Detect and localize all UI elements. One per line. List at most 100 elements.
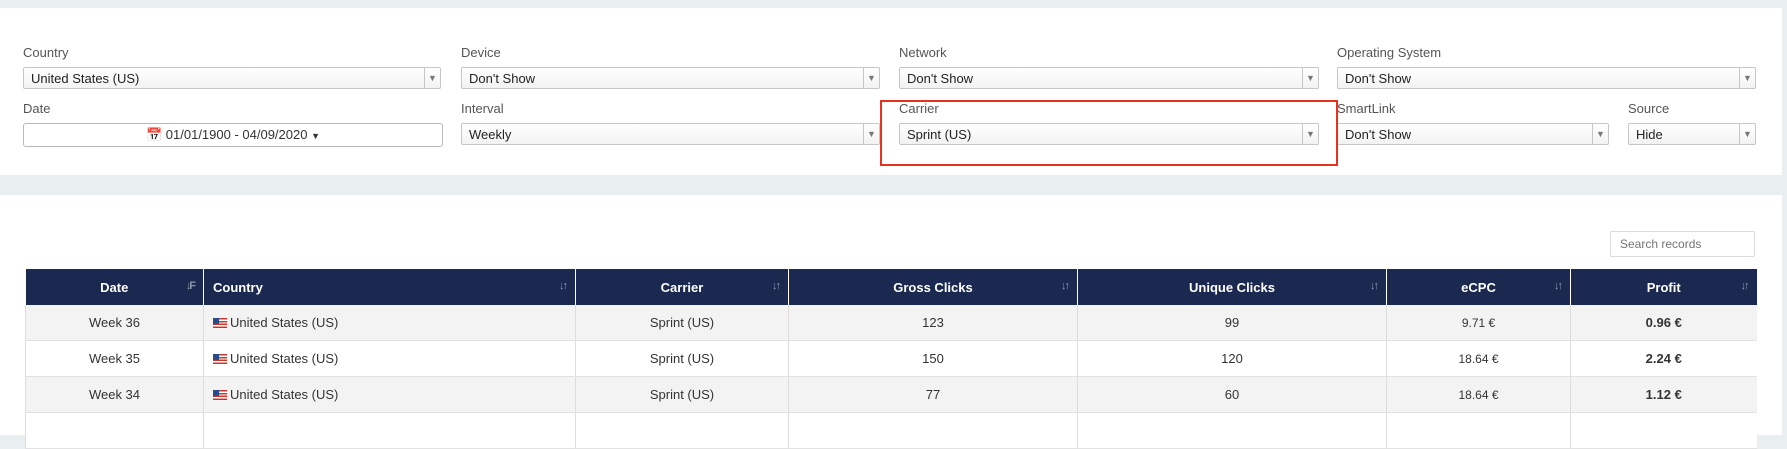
column-header-label: Country: [213, 279, 263, 295]
ecpc-cell: 18.64 €: [1386, 340, 1571, 377]
sort-icon: ↓↑: [1554, 280, 1563, 292]
chevron-down-icon: ▼: [863, 68, 879, 88]
table-row: Week 34 United States (US) Sprint (US) 7…: [25, 376, 1757, 413]
empty-cell: [575, 412, 789, 449]
column-header-country[interactable]: Country ↓↑: [203, 269, 576, 305]
date-cell: Week 35: [25, 340, 204, 377]
network-select-value: Don't Show: [907, 71, 974, 86]
carrier-cell: Sprint (US): [575, 376, 789, 413]
smartlink-select-value: Don't Show: [1345, 127, 1412, 142]
column-header-ecpc[interactable]: eCPC ↓↑: [1386, 269, 1571, 305]
country-cell: United States (US): [203, 305, 576, 341]
ecpc-cell: 18.64 €: [1386, 376, 1571, 413]
sort-icon: ↓↑: [1061, 280, 1070, 292]
country-select[interactable]: United States (US) ▼: [23, 67, 441, 89]
source-select-value: Hide: [1636, 127, 1663, 142]
chevron-down-icon: ▼: [1739, 68, 1755, 88]
empty-cell: [1386, 412, 1571, 449]
interval-select-value: Weekly: [469, 127, 512, 142]
carrier-cell: Sprint (US): [575, 305, 789, 341]
column-header-label: Date: [100, 279, 129, 295]
device-select-value: Don't Show: [469, 71, 536, 86]
os-select[interactable]: Don't Show ▼: [1337, 67, 1756, 89]
table-row: Week 36 United States (US) Sprint (US) 1…: [25, 305, 1757, 341]
network-label: Network: [899, 45, 947, 60]
chevron-down-icon: ▼: [1302, 124, 1318, 144]
filters-panel: [0, 8, 1782, 175]
os-select-value: Don't Show: [1345, 71, 1412, 86]
gross-clicks-cell: 150: [788, 340, 1078, 377]
date-cell: Week 34: [25, 376, 204, 413]
country-cell: United States (US): [203, 376, 576, 413]
column-header-unique-clicks[interactable]: Unique Clicks ↓↑: [1077, 269, 1387, 305]
profit-cell: 1.12 €: [1570, 376, 1757, 413]
source-label: Source: [1628, 101, 1670, 116]
source-select[interactable]: Hide ▼: [1628, 123, 1756, 145]
carrier-select[interactable]: Sprint (US) ▼: [899, 123, 1319, 145]
column-header-label: Gross Clicks: [893, 279, 973, 295]
column-header-gross-clicks[interactable]: Gross Clicks ↓↑: [788, 269, 1078, 305]
column-header-profit[interactable]: Profit ↓↑: [1570, 269, 1757, 305]
country-cell-text: United States (US): [230, 315, 339, 330]
profit-cell: 2.24 €: [1570, 340, 1757, 377]
sort-icon: ↓↑: [559, 280, 568, 292]
gross-clicks-cell: 77: [788, 376, 1078, 413]
carrier-label: Carrier: [899, 101, 939, 116]
country-label: Country: [23, 45, 69, 60]
us-flag-icon: [213, 318, 227, 328]
interval-select[interactable]: Weekly ▼: [461, 123, 880, 145]
gross-clicks-cell: 123: [788, 305, 1078, 341]
empty-cell: [1077, 412, 1387, 449]
profit-cell: 0.96 €: [1570, 305, 1757, 341]
date-range-picker[interactable]: 📅 01/01/1900 - 04/09/2020 ▼: [23, 123, 443, 147]
chevron-down-icon: ▼: [424, 68, 440, 88]
date-cell: Week 36: [25, 305, 204, 341]
unique-clicks-cell: 120: [1077, 340, 1387, 377]
sort-icon: ↓↑: [772, 280, 781, 292]
date-range-value: 01/01/1900 - 04/09/2020: [165, 127, 308, 142]
table-header-row: Date ↓F Country ↓↑ Carrier ↓↑ Gross Clicks ↓…: [25, 269, 1757, 305]
ecpc-cell: 9.71 €: [1386, 305, 1571, 341]
table-row: Week 35 United States (US) Sprint (US) 1…: [25, 340, 1757, 377]
sort-icon: ↓↑: [1370, 280, 1379, 292]
chevron-down-icon: ▼: [1302, 68, 1318, 88]
carrier-cell: Sprint (US): [575, 340, 789, 377]
search-input[interactable]: [1610, 231, 1755, 257]
date-label: Date: [23, 101, 51, 116]
column-header-label: Carrier: [660, 279, 704, 295]
us-flag-icon: [213, 390, 227, 400]
interval-label: Interval: [461, 101, 504, 116]
column-header-date[interactable]: Date ↓F: [25, 269, 204, 305]
chevron-down-icon: ▼: [1592, 124, 1608, 144]
smartlink-select[interactable]: Don't Show ▼: [1337, 123, 1609, 145]
caret-down-icon: ▼: [311, 131, 321, 141]
unique-clicks-cell: 99: [1077, 305, 1387, 341]
os-label: Operating System: [1337, 45, 1442, 60]
sort-icon: ↓F: [185, 280, 196, 292]
stats-table: Date ↓F Country ↓↑ Carrier ↓↑ Gross Clicks ↓…: [25, 269, 1757, 449]
empty-cell: [788, 412, 1078, 449]
sort-icon: ↓↑: [1740, 280, 1750, 292]
carrier-select-value: Sprint (US): [907, 127, 972, 142]
calendar-icon: 📅: [145, 127, 163, 142]
country-cell: United States (US): [203, 340, 576, 377]
us-flag-icon: [213, 354, 227, 364]
country-select-value: United States (US): [31, 71, 140, 86]
device-label: Device: [461, 45, 501, 60]
smartlink-label: SmartLink: [1337, 101, 1396, 116]
table-row: [25, 412, 1757, 449]
network-select[interactable]: Don't Show ▼: [899, 67, 1319, 89]
column-header-label: Unique Clicks: [1189, 279, 1275, 295]
empty-cell: [1570, 412, 1757, 449]
column-header-carrier[interactable]: Carrier ↓↑: [575, 269, 789, 305]
chevron-down-icon: ▼: [1739, 124, 1755, 144]
chevron-down-icon: ▼: [863, 124, 879, 144]
empty-cell: [203, 412, 576, 449]
country-cell-text: United States (US): [230, 351, 339, 366]
empty-cell: [25, 412, 204, 449]
column-header-label: Profit: [1646, 279, 1681, 295]
country-cell-text: United States (US): [230, 387, 339, 402]
device-select[interactable]: Don't Show ▼: [461, 67, 880, 89]
column-header-label: eCPC: [1461, 279, 1496, 295]
unique-clicks-cell: 60: [1077, 376, 1387, 413]
